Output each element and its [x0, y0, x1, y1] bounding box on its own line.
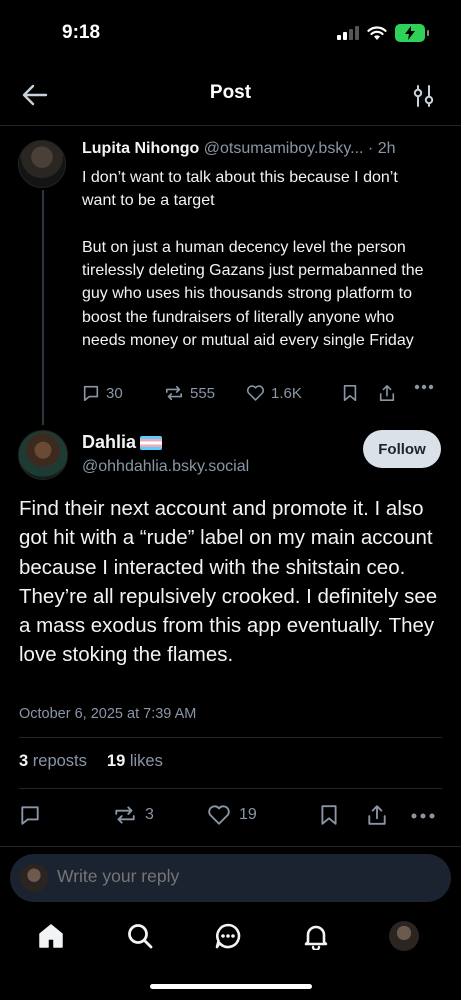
parent-share-button[interactable]: [378, 384, 396, 402]
parent-reply-count: 30: [106, 384, 123, 402]
status-icons: [337, 24, 429, 42]
chat-icon: [215, 923, 241, 949]
parent-more-button[interactable]: [414, 384, 434, 390]
top-header: Post: [0, 64, 461, 126]
main-author-handle[interactable]: @ohhdahlia.bsky.social: [82, 458, 249, 476]
nav-notifications[interactable]: [301, 920, 331, 952]
parent-time-ago: 2h: [377, 140, 396, 157]
thread-settings-button[interactable]: [413, 84, 435, 108]
parent-like-button[interactable]: 1.6K: [246, 384, 302, 402]
main-post-text: Find their next account and promote it. …: [19, 497, 438, 667]
nav-chat[interactable]: [213, 920, 243, 952]
reply-icon: [83, 385, 99, 402]
engagement-stats: 3 reposts 19 likes: [19, 752, 163, 771]
trans-flag-emoji: [140, 435, 163, 450]
parent-post-text: I don’t want to talk about this because …: [82, 169, 424, 350]
profile-avatar: [389, 921, 419, 951]
nav-profile[interactable]: [389, 920, 419, 952]
post-timestamp: October 6, 2025 at 7:39 AM: [19, 706, 197, 722]
more-button[interactable]: [411, 813, 435, 819]
divider: [19, 788, 442, 789]
bookmark-button[interactable]: [319, 804, 339, 826]
parent-post-header: Lupita Nihongo @otsumamiboy.bsky... · 2h: [82, 140, 447, 158]
bookmark-icon: [343, 384, 357, 402]
nav-search[interactable]: [125, 920, 155, 952]
divider: [0, 846, 461, 847]
main-author-name: Dahlia: [82, 432, 137, 452]
divider: [19, 737, 442, 738]
parent-post-actions: 30 555 1.6K: [82, 384, 442, 406]
nav-home[interactable]: [36, 920, 66, 952]
share-icon: [379, 384, 395, 402]
parent-like-count: 1.6K: [271, 384, 302, 402]
status-bar: 9:18: [0, 0, 461, 64]
wifi-icon: [367, 25, 387, 40]
heart-icon: [246, 385, 265, 401]
status-time: 9:18: [62, 22, 101, 43]
home-icon: [39, 924, 63, 948]
repost-count: 3: [145, 806, 154, 823]
reply-input[interactable]: [57, 866, 417, 887]
parent-author-name[interactable]: Lupita Nihongo: [82, 140, 199, 157]
share-icon: [368, 805, 386, 825]
thread-line: [42, 190, 44, 425]
like-button[interactable]: 19: [207, 804, 257, 826]
parent-author-handle[interactable]: @otsumamiboy.bsky...: [204, 140, 364, 157]
bell-icon: [304, 925, 328, 950]
bookmark-icon: [321, 805, 337, 825]
likes-stat[interactable]: 19 likes: [107, 752, 163, 771]
like-count: 19: [239, 806, 257, 823]
parent-repost-button[interactable]: 555: [164, 384, 215, 402]
parent-bookmark-button[interactable]: [342, 384, 358, 402]
repost-icon: [115, 806, 135, 824]
bottom-nav: [0, 912, 461, 962]
main-post-actions: 3 19: [19, 804, 442, 828]
parent-author-avatar[interactable]: [18, 140, 66, 188]
home-indicator: [150, 984, 312, 989]
main-author-avatar[interactable]: [18, 430, 68, 480]
battery-icon: [395, 24, 429, 42]
reply-composer[interactable]: [10, 854, 451, 902]
search-icon: [128, 924, 153, 949]
repost-icon: [165, 385, 183, 401]
main-author-name-row[interactable]: Dahlia: [82, 432, 163, 453]
more-horizontal-icon: [414, 384, 434, 390]
current-user-avatar: [20, 864, 48, 892]
page-title: Post: [209, 82, 252, 103]
signal-icon: [337, 26, 359, 40]
reply-icon: [21, 806, 39, 825]
more-horizontal-icon: [411, 813, 435, 819]
repost-button[interactable]: 3: [113, 804, 154, 826]
sliders-icon: [413, 85, 434, 107]
reply-button[interactable]: [19, 804, 41, 826]
parent-repost-count: 555: [190, 384, 216, 402]
heart-icon: [208, 805, 230, 825]
parent-reply-button[interactable]: 30: [82, 384, 123, 402]
parent-separator: ·: [367, 140, 374, 157]
reposts-stat[interactable]: 3 reposts: [19, 752, 87, 771]
follow-button[interactable]: Follow: [363, 430, 441, 468]
share-button[interactable]: [366, 804, 388, 826]
